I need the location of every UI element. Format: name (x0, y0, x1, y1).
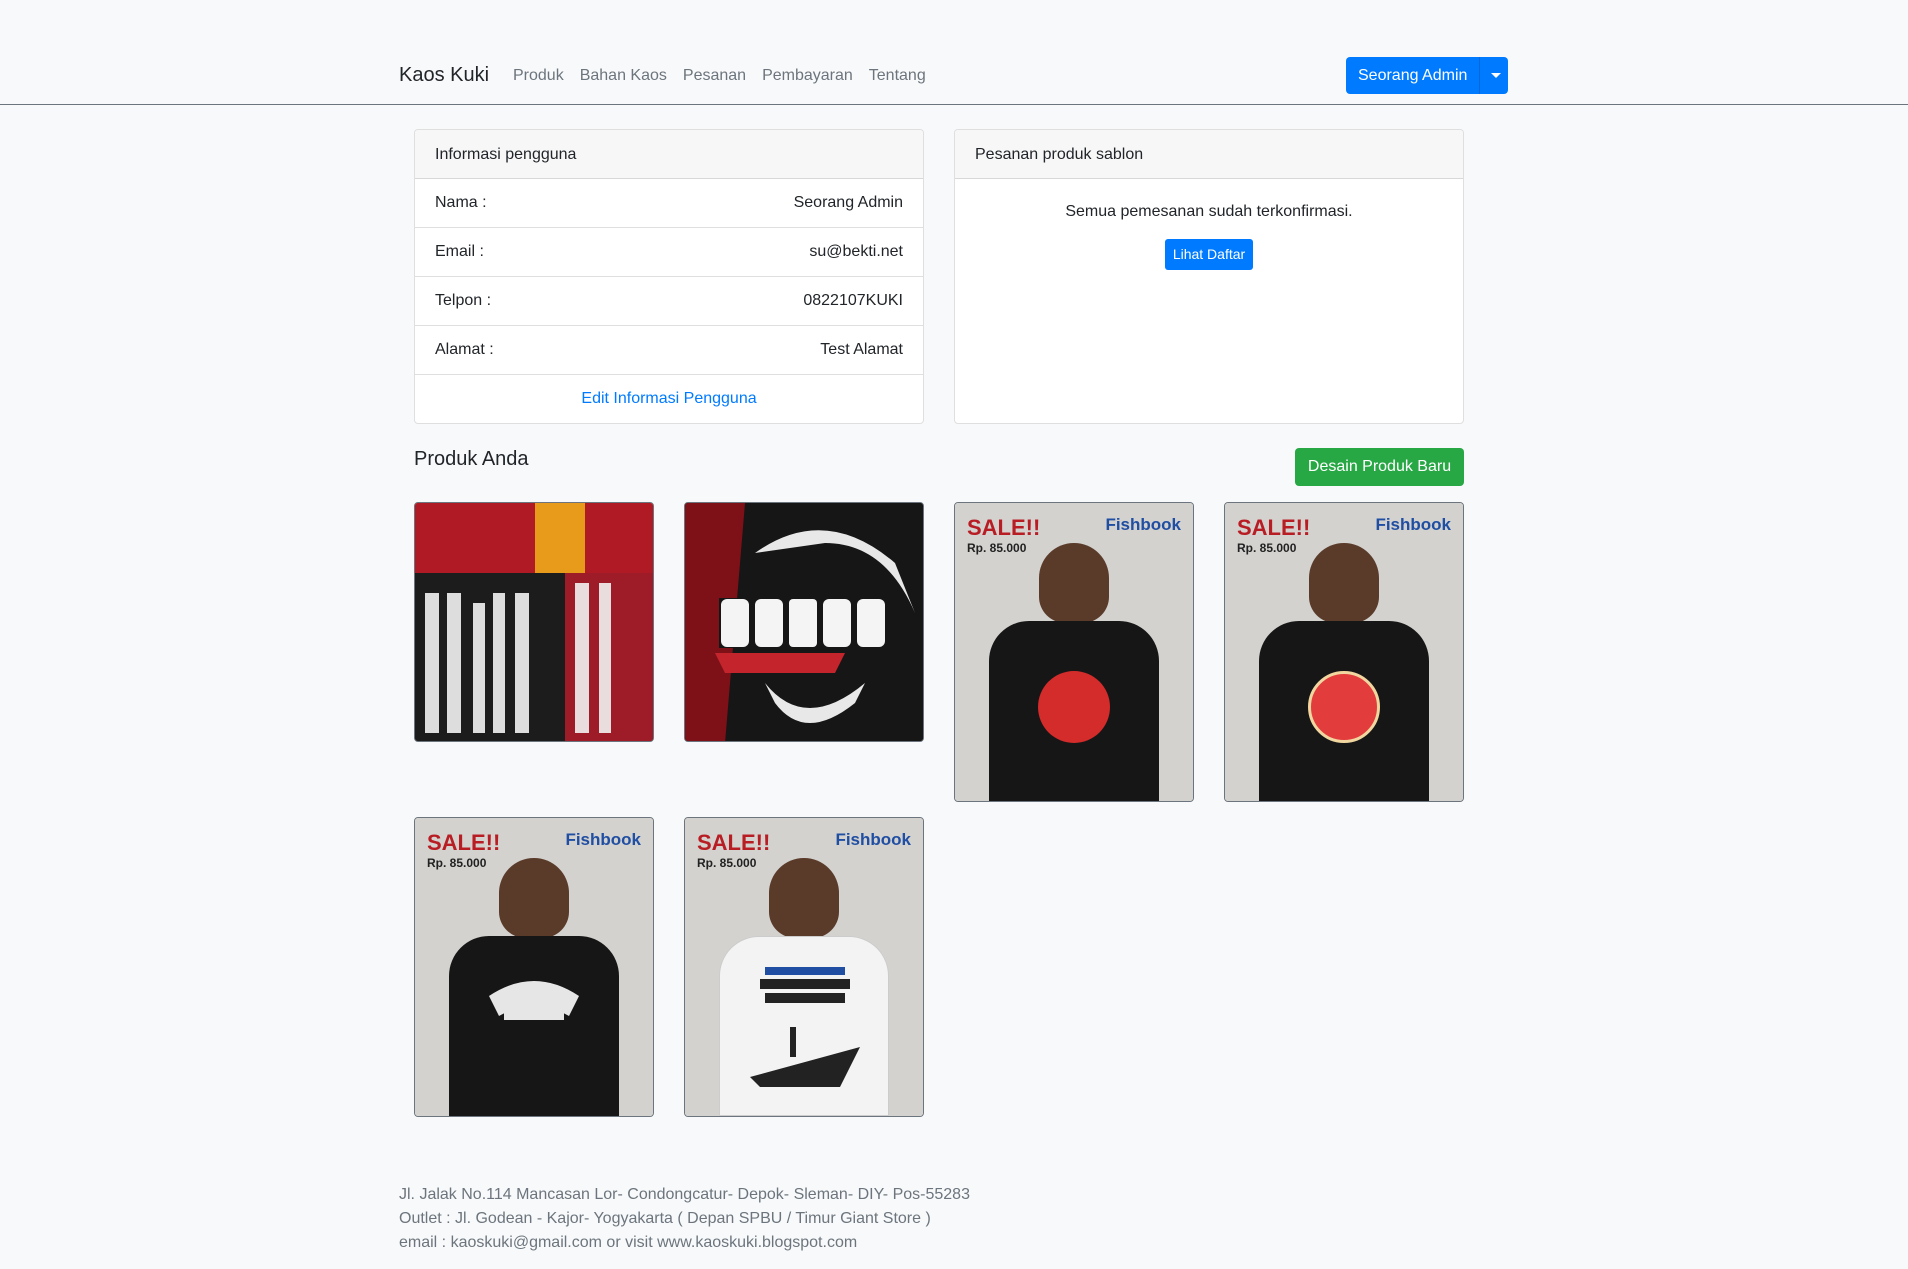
sale-label: SALE!! (1237, 515, 1311, 540)
product-card[interactable]: SALE!! Rp. 85.000 Fishbook (684, 817, 924, 1117)
info-label: Telpon : (435, 292, 492, 309)
product-image: SALE!! Rp. 85.000 Fishbook (685, 818, 923, 1116)
user-info-card: Informasi pengguna Nama : Seorang Admin … (414, 129, 924, 424)
product-image (415, 503, 653, 741)
product-image: SALE!! Rp. 85.000 Fishbook (1225, 503, 1463, 801)
shirt-print (489, 981, 579, 1020)
product-card[interactable]: SALE!! Rp. 85.000 Fishbook (414, 817, 654, 1117)
shirt-print (1308, 671, 1380, 743)
card-header: Pesanan produk sablon (955, 130, 1463, 179)
view-list-button[interactable]: Lihat Daftar (1164, 239, 1254, 270)
sale-label: SALE!! (697, 830, 771, 855)
orders-card: Pesanan produk sablon Semua pemesanan su… (954, 129, 1464, 424)
tshirt-graphic (1259, 621, 1429, 801)
info-label: Nama : (435, 194, 487, 211)
brand-link[interactable]: Kaos Kuki (399, 64, 489, 87)
card-header: Informasi pengguna (415, 130, 923, 179)
product-image: SALE!! Rp. 85.000 Fishbook (415, 818, 653, 1116)
brand-logo: Fishbook (565, 830, 641, 849)
product-image: SALE!! Rp. 85.000 Fishbook (955, 503, 1193, 801)
new-product-button[interactable]: Desain Produk Baru (1295, 448, 1464, 486)
product-card[interactable] (414, 502, 654, 742)
tshirt-graphic (719, 936, 889, 1116)
gubug-artwork (685, 503, 923, 741)
brand-logo: Fishbook (835, 830, 911, 849)
price-label: Rp. 85.000 (697, 856, 757, 870)
brand-logo: Fishbook (1375, 515, 1451, 534)
products-title: Produk Anda (414, 448, 529, 470)
navbar: Kaos Kuki Produk Bahan Kaos Pesanan Pemb… (0, 0, 1908, 105)
product-card[interactable]: SALE!! Rp. 85.000 Fishbook (954, 502, 1194, 802)
user-menu: Seorang Admin (1346, 57, 1509, 94)
footer-outlet: Outlet : Jl. Godean - Kajor- Yogyakarta … (399, 1210, 931, 1227)
model-head (1039, 543, 1109, 623)
wisdom-artwork (415, 503, 653, 741)
footer-address: Jl. Jalak No.114 Mancasan Lor- Condongca… (399, 1186, 970, 1203)
price-label: Rp. 85.000 (1237, 541, 1297, 555)
price-label: Rp. 85.000 (427, 856, 487, 870)
tshirt-graphic (449, 936, 619, 1116)
footer: Jl. Jalak No.114 Mancasan Lor- Condongca… (399, 1183, 970, 1255)
info-value: 0822107KUKI (803, 292, 903, 309)
info-row-email: Email : su@bekti.net (415, 228, 923, 277)
tshirt-graphic (989, 621, 1159, 801)
nav-link-tentang[interactable]: Tentang (869, 67, 926, 85)
nav-link-pesanan[interactable]: Pesanan (683, 67, 746, 85)
price-label: Rp. 85.000 (967, 541, 1027, 555)
brand-logo: Fishbook (1105, 515, 1181, 534)
nav-link-produk[interactable]: Produk (513, 67, 564, 85)
orders-body: Semua pemesanan sudah terkonfirmasi. Lih… (955, 179, 1463, 270)
product-card[interactable]: SALE!! Rp. 85.000 Fishbook (1224, 502, 1464, 802)
nav-link-pembayaran[interactable]: Pembayaran (762, 67, 853, 85)
model-head (769, 858, 839, 938)
shirt-print (1038, 671, 1110, 743)
edit-row: Edit Informasi Pengguna (415, 375, 923, 423)
caret-down-icon[interactable] (1479, 57, 1509, 94)
info-row-address: Alamat : Test Alamat (415, 326, 923, 375)
sale-label: SALE!! (967, 515, 1041, 540)
nav-link-bahan-kaos[interactable]: Bahan Kaos (580, 67, 667, 85)
footer-contact: email : kaoskuki@gmail.com or visit www.… (399, 1234, 858, 1251)
orders-message: Semua pemesanan sudah terkonfirmasi. (1065, 203, 1353, 220)
info-value: Seorang Admin (793, 194, 903, 211)
info-row-name: Nama : Seorang Admin (415, 179, 923, 228)
nav-links: Produk Bahan Kaos Pesanan Pembayaran Ten… (513, 67, 942, 85)
info-label: Email : (435, 243, 484, 260)
info-row-phone: Telpon : 0822107KUKI (415, 277, 923, 326)
model-head (1309, 543, 1379, 623)
sale-label: SALE!! (427, 830, 501, 855)
edit-user-info-link[interactable]: Edit Informasi Pengguna (581, 390, 756, 408)
info-label: Alamat : (435, 341, 494, 358)
info-value: Test Alamat (820, 341, 903, 358)
product-image (685, 503, 923, 741)
model-head (499, 858, 569, 938)
product-card[interactable] (684, 502, 924, 742)
user-button[interactable]: Seorang Admin (1346, 57, 1480, 94)
info-value: su@bekti.net (809, 243, 903, 260)
shirt-print (750, 967, 860, 1087)
